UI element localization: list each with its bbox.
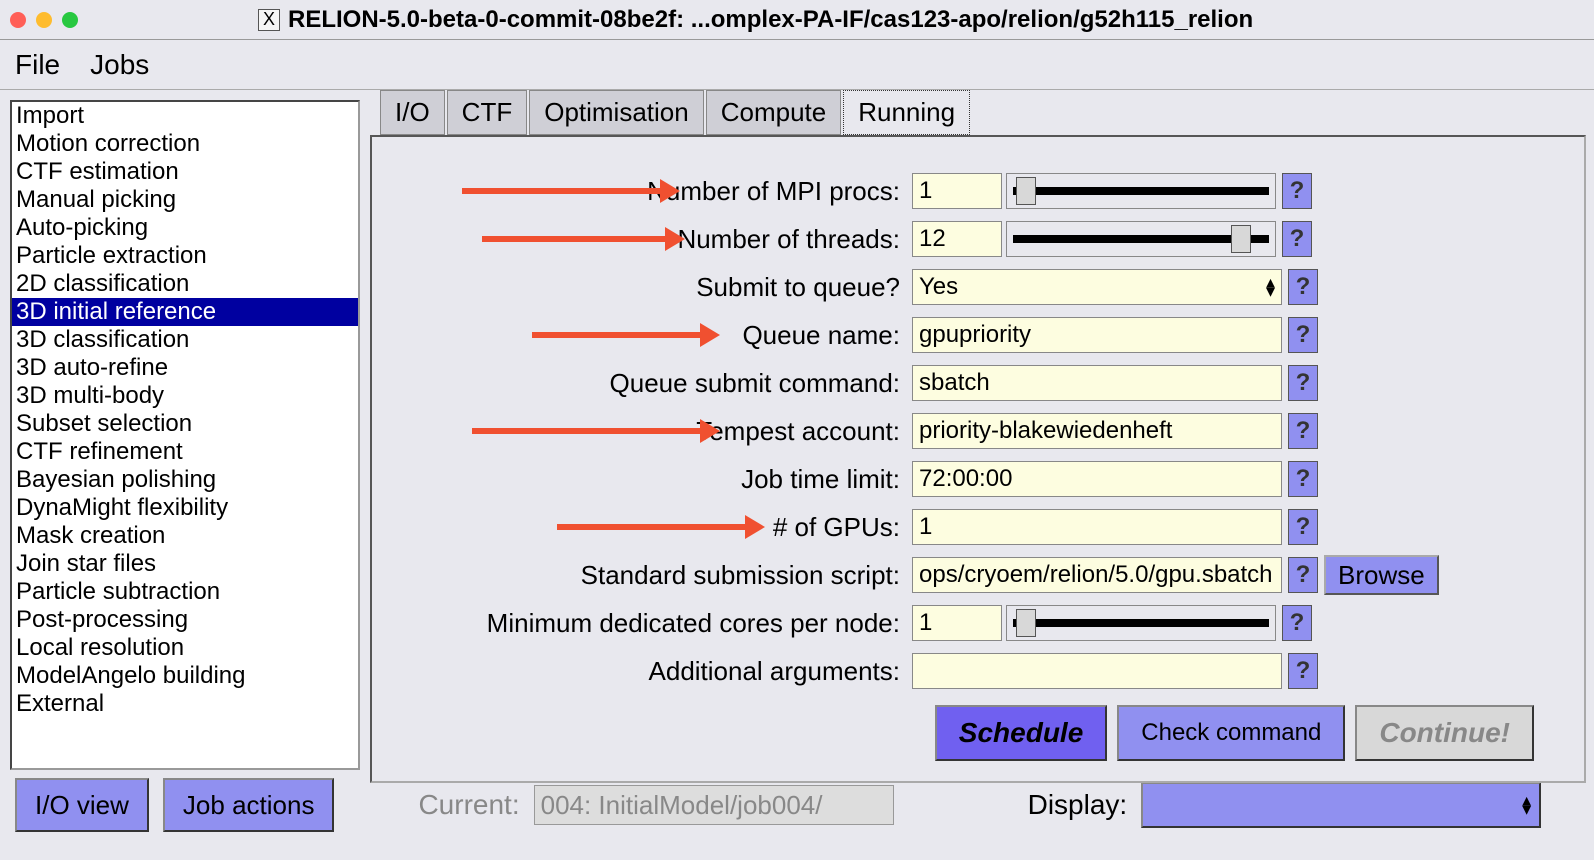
mpi-input[interactable] (912, 173, 1002, 209)
job-tabs: I/OCTFOptimisationComputeRunning (380, 90, 1586, 135)
submitq-select[interactable]: Yes ▴▾ (912, 269, 1282, 305)
annotation-arrow (557, 524, 747, 530)
current-job-display (534, 785, 894, 825)
addargs-label: Additional arguments: (392, 656, 912, 687)
threads-slider[interactable] (1006, 221, 1276, 257)
job-type-item[interactable]: 2D classification (12, 270, 358, 298)
current-label: Current: (418, 789, 519, 821)
script-input[interactable] (912, 557, 1282, 593)
tab-compute[interactable]: Compute (706, 90, 842, 135)
job-type-item[interactable]: Import (12, 102, 358, 130)
continue-button[interactable]: Continue! (1355, 705, 1534, 761)
job-type-item[interactable]: CTF refinement (12, 438, 358, 466)
qcmd-label: Queue submit command: (392, 368, 912, 399)
annotation-arrow (462, 188, 662, 194)
annotation-arrow (482, 236, 667, 242)
help-button[interactable]: ? (1288, 461, 1318, 497)
account-input[interactable] (912, 413, 1282, 449)
job-type-item[interactable]: Bayesian polishing (12, 466, 358, 494)
window-titlebar: X RELION-5.0-beta-0-commit-08be2f: ...om… (0, 0, 1594, 40)
job-panel: I/OCTFOptimisationComputeRunning Number … (370, 90, 1594, 770)
job-type-item[interactable]: DynaMight flexibility (12, 494, 358, 522)
mincores-slider[interactable] (1006, 605, 1276, 641)
annotation-arrow (532, 332, 702, 338)
zoom-window-button[interactable] (62, 12, 78, 28)
job-type-item[interactable]: Particle extraction (12, 242, 358, 270)
check-command-button[interactable]: Check command (1117, 705, 1345, 761)
help-button[interactable]: ? (1288, 509, 1318, 545)
qname-input[interactable] (912, 317, 1282, 353)
job-type-item[interactable]: 3D auto-refine (12, 354, 358, 382)
help-button[interactable]: ? (1288, 269, 1318, 305)
tab-io[interactable]: I/O (380, 90, 445, 135)
browse-button[interactable]: Browse (1324, 555, 1439, 595)
help-button[interactable]: ? (1282, 605, 1312, 641)
mincores-input[interactable] (912, 605, 1002, 641)
job-type-item[interactable]: Motion correction (12, 130, 358, 158)
menu-jobs[interactable]: Jobs (90, 49, 149, 81)
addargs-input[interactable] (912, 653, 1282, 689)
job-type-item[interactable]: Mask creation (12, 522, 358, 550)
job-type-item[interactable]: Subset selection (12, 410, 358, 438)
job-type-item[interactable]: 3D classification (12, 326, 358, 354)
mpi-slider[interactable] (1006, 173, 1276, 209)
job-type-item[interactable]: Post-processing (12, 606, 358, 634)
job-type-list[interactable]: ImportMotion correctionCTF estimationMan… (10, 100, 360, 770)
window-title: RELION-5.0-beta-0-commit-08be2f: ...ompl… (288, 6, 1253, 34)
job-type-item[interactable]: Auto-picking (12, 214, 358, 242)
annotation-arrow (472, 428, 702, 434)
qcmd-input[interactable] (912, 365, 1282, 401)
job-type-item[interactable]: 3D initial reference (12, 298, 358, 326)
script-label: Standard submission script: (392, 560, 912, 591)
dropdown-arrows-icon: ▴▾ (1266, 278, 1275, 296)
job-type-item[interactable]: Manual picking (12, 186, 358, 214)
help-button[interactable]: ? (1288, 653, 1318, 689)
x11-icon: X (258, 9, 280, 31)
tab-optimisation[interactable]: Optimisation (529, 90, 704, 135)
help-button[interactable]: ? (1288, 365, 1318, 401)
display-select[interactable]: ▴▾ (1141, 782, 1541, 828)
help-button[interactable]: ? (1282, 221, 1312, 257)
sidebar: ImportMotion correctionCTF estimationMan… (0, 90, 370, 770)
minimize-window-button[interactable] (36, 12, 52, 28)
job-type-item[interactable]: 3D multi-body (12, 382, 358, 410)
mincores-label: Minimum dedicated cores per node: (392, 608, 912, 639)
dropdown-arrows-icon: ▴▾ (1522, 796, 1531, 814)
tab-ctf[interactable]: CTF (447, 90, 528, 135)
tab-running[interactable]: Running (843, 90, 970, 135)
close-window-button[interactable] (10, 12, 26, 28)
job-type-item[interactable]: CTF estimation (12, 158, 358, 186)
threads-input[interactable] (912, 221, 1002, 257)
schedule-button[interactable]: Schedule (935, 705, 1107, 761)
help-button[interactable]: ? (1288, 557, 1318, 593)
job-type-item[interactable]: Particle subtraction (12, 578, 358, 606)
help-button[interactable]: ? (1288, 317, 1318, 353)
job-type-item[interactable]: Join star files (12, 550, 358, 578)
help-button[interactable]: ? (1288, 413, 1318, 449)
menubar: File Jobs (0, 40, 1594, 90)
display-label: Display: (1028, 789, 1128, 821)
action-button-row: Schedule Check command Continue! (392, 695, 1564, 761)
job-actions-button[interactable]: Job actions (163, 778, 335, 832)
gpus-input[interactable] (912, 509, 1282, 545)
job-type-item[interactable]: Local resolution (12, 634, 358, 662)
running-tab-form: Number of MPI procs: ? Number of threads… (370, 135, 1586, 783)
timelimit-label: Job time limit: (392, 464, 912, 495)
timelimit-input[interactable] (912, 461, 1282, 497)
help-button[interactable]: ? (1282, 173, 1312, 209)
io-view-button[interactable]: I/O view (15, 778, 149, 832)
submitq-value: Yes (919, 273, 958, 301)
menu-file[interactable]: File (15, 49, 60, 81)
submitq-label: Submit to queue? (392, 272, 912, 303)
job-type-item[interactable]: ModelAngelo building (12, 662, 358, 690)
job-type-item[interactable]: External (12, 690, 358, 718)
window-controls (10, 12, 78, 28)
